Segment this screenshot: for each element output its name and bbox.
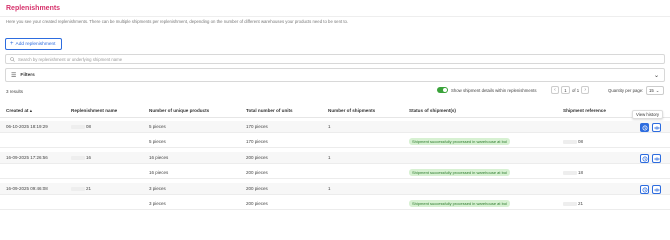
page-of: of 1	[572, 87, 580, 93]
table-row[interactable]: 16-09-2025 17:26:56 16 16 pieces 200 pie…	[0, 152, 670, 164]
history-icon	[642, 187, 647, 192]
header-divider	[0, 16, 670, 17]
table-row[interactable]: 16-09-2025 09:46:08 21 3 pieces 200 piec…	[0, 183, 670, 195]
filter-icon: ☰	[11, 72, 17, 79]
shipment-details-toggle[interactable]: Show shipment details within replenishme…	[437, 87, 537, 93]
eye-icon	[653, 157, 660, 160]
table-row[interactable]: 3 pieces 200 pieces Shipment successfull…	[0, 198, 670, 210]
search-input[interactable]: Search by replenishment or underlying sh…	[5, 54, 665, 64]
results-count: 3 results	[6, 89, 24, 94]
page-number[interactable]: 1	[561, 86, 570, 94]
history-icon	[642, 125, 647, 130]
quantity-select[interactable]: 15 ⌄	[646, 86, 664, 95]
toggle-switch[interactable]	[437, 87, 448, 93]
plus-icon: +	[10, 41, 14, 47]
view-history-tooltip: View history	[632, 110, 664, 119]
history-button[interactable]	[640, 185, 649, 194]
col-shipments: Number of shipments	[328, 108, 376, 113]
table-row[interactable]: 16 pieces 200 pieces Shipment successful…	[0, 167, 670, 179]
history-button[interactable]	[640, 123, 649, 132]
view-button[interactable]	[652, 123, 661, 132]
col-status: Status of shipment(s)	[409, 108, 456, 113]
quantity-label: Quantity per page:	[608, 88, 644, 93]
status-badge: Shipment successfully processed in wareh…	[409, 169, 510, 176]
table-row[interactable]: 06-10-2025 18:19:29 08 5 pieces 170 piec…	[0, 121, 670, 133]
history-icon	[642, 156, 647, 161]
filters-label: Filters	[20, 72, 35, 78]
chevron-down-icon: ⌄	[655, 87, 660, 93]
col-reference: Shipment reference	[563, 108, 606, 113]
sort-icon[interactable]: ▴	[30, 108, 32, 113]
table-row[interactable]: 5 pieces 170 pieces Shipment successfull…	[0, 136, 670, 148]
col-created-at[interactable]: Created at ▴	[6, 108, 32, 114]
search-icon	[10, 56, 15, 62]
status-badge: Shipment successfully processed in wareh…	[409, 200, 510, 207]
table-header: Created at ▴ Replenishment name Number o…	[0, 104, 670, 118]
eye-icon	[653, 188, 660, 191]
add-replenishment-button[interactable]: + Add replenishment	[5, 38, 62, 50]
eye-icon	[653, 126, 660, 129]
col-units: Total number of units	[246, 108, 293, 113]
pagination: ‹ 1 of 1 ›	[551, 86, 590, 94]
col-unique: Number of unique products	[149, 108, 210, 113]
quantity-value: 15	[649, 88, 654, 93]
toggle-label: Show shipment details within replenishme…	[451, 87, 537, 93]
view-button[interactable]	[652, 185, 661, 194]
next-page-button[interactable]: ›	[581, 86, 590, 94]
status-badge: Shipment successfully processed in wareh…	[409, 138, 510, 145]
page-title: Replenishments	[6, 5, 61, 12]
chevron-down-icon[interactable]: ⌄	[654, 72, 659, 79]
search-placeholder: Search by replenishment or underlying sh…	[18, 56, 123, 62]
history-button[interactable]	[640, 154, 649, 163]
view-button[interactable]	[652, 154, 661, 163]
page-subtitle: Here you see your created replenishments…	[6, 19, 349, 24]
add-replenishment-label: Add replenishment	[15, 41, 56, 47]
filters-panel[interactable]: ☰ Filters ⌄	[5, 68, 665, 82]
prev-page-button[interactable]: ‹	[551, 86, 559, 94]
col-name: Replenishment name	[71, 108, 118, 113]
